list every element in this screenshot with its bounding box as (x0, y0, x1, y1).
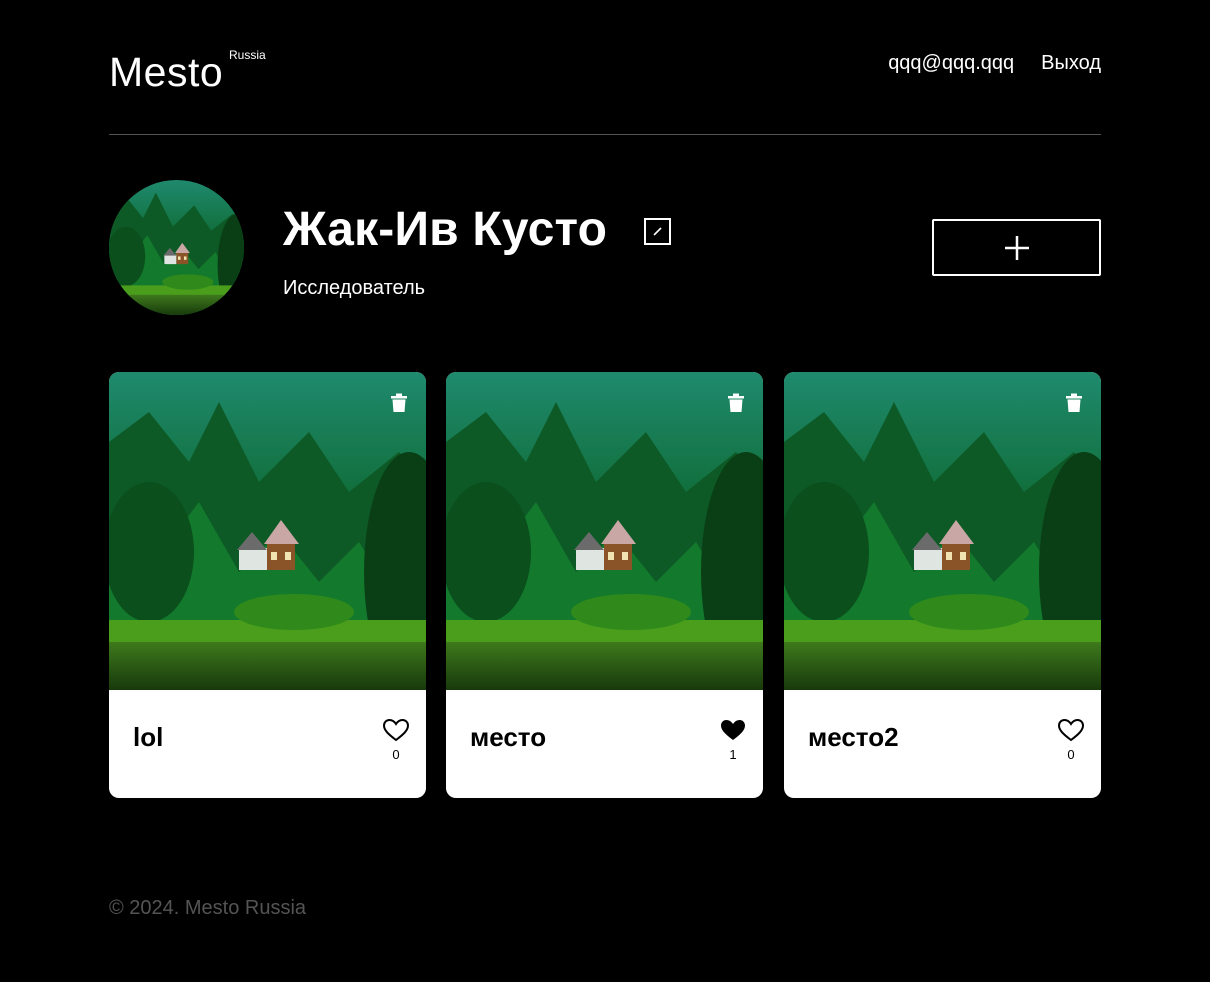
card-title: место (470, 722, 547, 752)
avatar[interactable] (109, 180, 244, 315)
like-group: 1 (719, 718, 747, 763)
like-count: 1 (729, 747, 737, 762)
plus-icon (1004, 235, 1029, 260)
place-card: место2 0 (784, 372, 1101, 798)
like-group: 0 (1057, 718, 1085, 763)
trash-icon[interactable] (389, 393, 409, 413)
place-card: lol 0 (109, 372, 426, 798)
trash-icon[interactable] (1064, 393, 1084, 413)
logo-superscript: Russia (229, 48, 266, 62)
heart-filled-icon[interactable] (719, 718, 747, 742)
add-card-button[interactable] (932, 219, 1101, 276)
logout-link[interactable]: Выход (1041, 51, 1101, 75)
pencil-icon (653, 227, 662, 236)
heart-outline-icon[interactable] (1057, 718, 1085, 742)
like-group: 0 (382, 718, 410, 763)
logo: Mesto Russia (109, 48, 266, 95)
card-image[interactable] (109, 372, 426, 690)
avatar-image (109, 180, 244, 315)
edit-profile-button[interactable] (644, 218, 671, 245)
heart-outline-icon[interactable] (382, 718, 410, 742)
card-image[interactable] (446, 372, 763, 690)
like-count: 0 (392, 747, 400, 762)
cards-grid: lol 0 место 1 место2 0 (109, 372, 1101, 798)
card-title: место2 (808, 722, 899, 752)
trash-icon[interactable] (726, 393, 746, 413)
profile-about: Исследователь (283, 277, 426, 299)
logo-text: Mesto (109, 49, 224, 95)
user-email: qqq@qqq.qqq (888, 52, 1015, 74)
header-user-menu: qqq@qqq.qqq Выход (888, 51, 1101, 75)
card-title: lol (133, 722, 164, 752)
site-header: Mesto Russia qqq@qqq.qqq Выход (109, 0, 1101, 135)
footer-copyright: © 2024. Mesto Russia (109, 897, 307, 919)
card-image[interactable] (784, 372, 1101, 690)
like-count: 0 (1067, 747, 1075, 762)
profile-section: Жак-Ив Кусто Исследователь (109, 180, 1101, 316)
profile-name: Жак-Ив Кусто (283, 203, 608, 256)
place-card: место 1 (446, 372, 763, 798)
